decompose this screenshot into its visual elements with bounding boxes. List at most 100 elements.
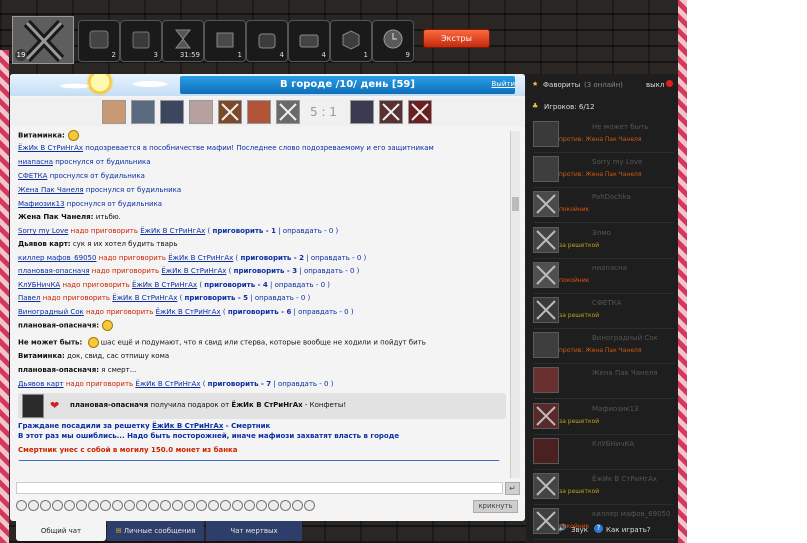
chat-scrollbar[interactable]: [510, 131, 520, 478]
player-avatar[interactable]: [189, 100, 213, 124]
player-nick-link[interactable]: плановая-опасначя: [18, 267, 90, 275]
player-card[interactable]: Жена Пак Чанеля: [530, 364, 676, 400]
player-avatar-dead[interactable]: [408, 100, 432, 124]
emoji-kiss-icon[interactable]: [124, 500, 135, 511]
inventory-slot-box[interactable]: 1: [204, 20, 246, 62]
tab-common-chat[interactable]: Общий чат: [16, 521, 106, 541]
inventory-slot-backpack[interactable]: 3: [120, 20, 162, 62]
player-card[interactable]: Sorry my Love против: Жена Пак Чанеля: [530, 153, 676, 189]
player-card-name[interactable]: Не может быть: [592, 123, 648, 131]
player-card[interactable]: Элмо за решеткой: [530, 224, 676, 260]
verdict-nick[interactable]: ЁжИк В СтРиНгАх: [152, 422, 223, 430]
player-nick-link[interactable]: ниапасна: [18, 158, 53, 166]
player-avatar[interactable]: [247, 100, 271, 124]
my-avatar[interactable]: 19: [12, 16, 74, 64]
player-card-name[interactable]: ниапасна: [592, 264, 627, 272]
player-nick-link[interactable]: Павел: [18, 294, 40, 302]
favorites-label[interactable]: Фавориты: [543, 81, 580, 89]
emoji-sick-icon[interactable]: [208, 500, 219, 511]
player-avatar-dead[interactable]: [218, 100, 242, 124]
player-card[interactable]: ЁжИк В СтРиНгАх за решеткой: [530, 470, 676, 506]
emoji-speech-icon[interactable]: [268, 500, 279, 511]
emoji-angry-icon[interactable]: [76, 500, 87, 511]
player-card-name[interactable]: ЁжИк В СтРиНгАх: [592, 475, 657, 483]
emoji-drop-icon[interactable]: [256, 500, 267, 511]
player-card-name[interactable]: Мафиозик13: [592, 405, 639, 413]
emoji-smile-icon[interactable]: [16, 500, 27, 511]
gifter-avatar[interactable]: [22, 394, 44, 418]
emoji-shy-icon[interactable]: [136, 500, 147, 511]
message-input[interactable]: [16, 482, 503, 494]
player-card-name[interactable]: PahDochka: [592, 193, 631, 201]
player-card-avatar[interactable]: [533, 156, 559, 183]
emoji-devil-icon[interactable]: [184, 500, 195, 511]
inventory-slot-package[interactable]: 1: [330, 20, 372, 62]
player-avatar[interactable]: [350, 100, 374, 124]
emoji-wink-icon[interactable]: [40, 500, 51, 511]
player-card-avatar[interactable]: [533, 437, 559, 464]
emoji-down-icon[interactable]: [304, 500, 315, 511]
how-to-play-link[interactable]: Как играть?: [606, 526, 651, 534]
emoji-sleep-icon[interactable]: [160, 500, 171, 511]
help-icon[interactable]: ?: [594, 524, 603, 533]
emoji-confused-icon[interactable]: [172, 500, 183, 511]
emoji-cry-icon[interactable]: [112, 500, 123, 511]
tab-private-messages[interactable]: ✉ Личные сообщения: [107, 521, 204, 541]
emoji-grin-icon[interactable]: [148, 500, 159, 511]
player-card-avatar[interactable]: [533, 226, 559, 253]
player-nick-link[interactable]: Жена Пак Чанеля: [18, 186, 84, 194]
inventory-slot-vest[interactable]: 2: [78, 20, 120, 62]
player-card[interactable]: СФЕТКА за решеткой: [530, 294, 676, 330]
exit-link[interactable]: Выйти: [491, 80, 515, 88]
player-nick-link[interactable]: киллер мафов_69050: [18, 254, 96, 262]
logout-icon[interactable]: [666, 80, 673, 87]
player-card[interactable]: ниапасна покойник: [530, 259, 676, 295]
inventory-slot-clock[interactable]: 9: [372, 20, 414, 62]
scroll-thumb[interactable]: [512, 197, 519, 211]
player-nick-link[interactable]: Дьявов карт: [18, 380, 64, 388]
emoji-broken-heart-icon[interactable]: [232, 500, 243, 511]
player-nick-link[interactable]: СФЕТКА: [18, 172, 47, 180]
player-avatar[interactable]: [131, 100, 155, 124]
player-card-avatar[interactable]: [533, 191, 559, 218]
player-card[interactable]: Виноградный Сок против: Жена Пак Чанеля: [530, 329, 676, 365]
player-card-avatar[interactable]: [533, 473, 559, 499]
emoji-laugh-icon[interactable]: [52, 500, 63, 511]
player-avatar-dead[interactable]: [276, 100, 300, 124]
player-nick-link[interactable]: ЁжИк В СтРиНгАх: [156, 308, 221, 316]
emoji-cool-icon[interactable]: [64, 500, 75, 511]
player-card[interactable]: КлУБНичКА: [530, 435, 676, 471]
player-card-avatar[interactable]: [533, 297, 559, 323]
player-card-avatar[interactable]: [533, 508, 559, 535]
player-avatar[interactable]: [102, 100, 126, 124]
player-card-name[interactable]: Sorry my Love: [592, 158, 642, 166]
player-nick-link[interactable]: ЁжИк В СтРиНгАх: [161, 267, 226, 275]
player-nick-link[interactable]: ЁжИк В СтРиНгАх: [140, 227, 205, 235]
player-avatar-dead[interactable]: [379, 100, 403, 124]
sound-toggle[interactable]: Звук: [571, 526, 588, 534]
player-card-avatar[interactable]: [533, 121, 559, 147]
emoji-lips-icon[interactable]: [244, 500, 255, 511]
player-card-avatar[interactable]: [533, 402, 559, 429]
player-card[interactable]: Мафиозик13 за решеткой: [530, 400, 676, 436]
player-nick-link[interactable]: ЁжИк В СтРиНгАх: [132, 281, 197, 289]
player-card-name[interactable]: СФЕТКА: [592, 299, 621, 307]
emoji-flower-icon[interactable]: [280, 500, 291, 511]
tab-dead-chat[interactable]: Чат мертвых: [206, 521, 302, 541]
emoji-heart-icon[interactable]: [220, 500, 231, 511]
inventory-slot-bag[interactable]: 4: [246, 20, 288, 62]
player-nick-link[interactable]: Sorry my Love: [18, 227, 68, 235]
player-card-name[interactable]: КлУБНичКА: [592, 440, 634, 448]
player-card-name[interactable]: Виноградный Сок: [592, 334, 658, 342]
extras-button[interactable]: Экстры: [423, 29, 490, 48]
player-nick-link[interactable]: ЁжИк В СтРиНгАх: [112, 294, 177, 302]
player-nick-link[interactable]: ЁжИк В СтРиНгАх: [135, 380, 200, 388]
send-button[interactable]: ↵: [505, 482, 520, 495]
emoji-angel-icon[interactable]: [196, 500, 207, 511]
gift-from[interactable]: плановая-опасначя: [70, 401, 148, 409]
player-nick-link[interactable]: КлУБНичКА: [18, 281, 60, 289]
player-card-name[interactable]: Жена Пак Чанеля: [592, 369, 658, 377]
player-card-avatar[interactable]: [533, 261, 559, 288]
emoji-sad-icon[interactable]: [28, 500, 39, 511]
player-card[interactable]: киллер мафов_69050 покойник: [530, 505, 676, 541]
